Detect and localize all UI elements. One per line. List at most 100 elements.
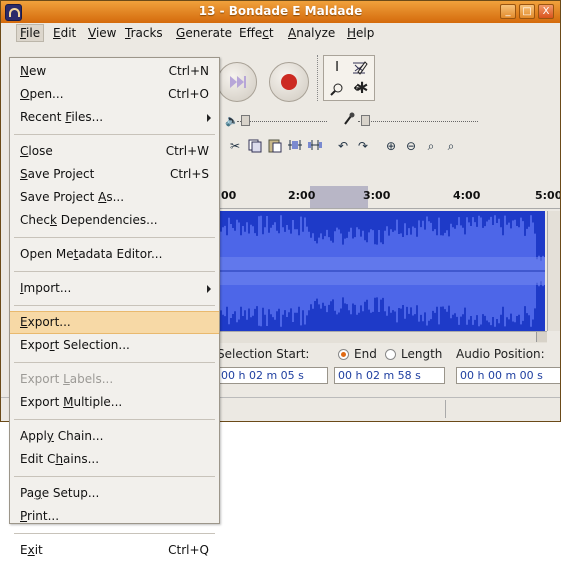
selection-start-field[interactable]: 00 h 02 m 05 s bbox=[217, 367, 328, 384]
menu-item-label: New bbox=[20, 64, 47, 78]
menu-item-label: Exit bbox=[20, 543, 43, 557]
copy-icon[interactable] bbox=[245, 137, 265, 155]
menu-separator bbox=[14, 362, 215, 363]
menu-separator bbox=[14, 476, 215, 477]
scroll-right-button[interactable] bbox=[536, 332, 547, 342]
menu-item-label: Export... bbox=[20, 315, 71, 329]
record-button[interactable] bbox=[269, 62, 309, 102]
menu-item-import[interactable]: Import... bbox=[10, 277, 219, 300]
cut-icon[interactable]: ✂ bbox=[225, 137, 245, 155]
menu-item-label: Open... bbox=[20, 87, 64, 101]
menu-view[interactable]: View bbox=[85, 25, 119, 41]
menu-item-page-setup[interactable]: Page Setup... bbox=[10, 482, 219, 505]
end-label: End bbox=[354, 347, 377, 361]
menu-item-recent-files[interactable]: Recent Files... bbox=[10, 106, 219, 129]
timeline-ruler[interactable]: 00 2:00 3:00 4:00 5:00 bbox=[213, 186, 561, 209]
menu-item-save-project-as[interactable]: Save Project As... bbox=[10, 186, 219, 209]
menu-generate[interactable]: Generate bbox=[173, 25, 235, 41]
menu-item-shortcut: Ctrl+O bbox=[168, 87, 209, 101]
submenu-arrow-icon bbox=[207, 285, 211, 293]
ruler-tick: 3:00 bbox=[363, 189, 391, 202]
menu-item-label: Export Multiple... bbox=[20, 395, 123, 409]
submenu-arrow-icon bbox=[207, 114, 211, 122]
menu-separator bbox=[14, 237, 215, 238]
menu-edit[interactable]: Edit bbox=[50, 25, 79, 41]
redo-icon[interactable]: ↷ bbox=[353, 137, 373, 155]
menu-separator bbox=[14, 271, 215, 272]
trim-icon[interactable] bbox=[285, 137, 305, 155]
minimize-button[interactable]: _ bbox=[500, 4, 516, 19]
multi-tool-icon[interactable]: ∗ bbox=[353, 79, 371, 97]
menu-item-export[interactable]: Export... bbox=[10, 311, 219, 334]
ruler-tick: 2:00 bbox=[288, 189, 316, 202]
input-volume-thumb[interactable] bbox=[361, 115, 370, 126]
menu-item-label: Close bbox=[20, 144, 53, 158]
skip-end-button[interactable] bbox=[217, 62, 257, 102]
menu-analyze[interactable]: Analyze bbox=[285, 25, 338, 41]
status-divider bbox=[445, 400, 446, 418]
menu-item-label: Save Project bbox=[20, 167, 95, 181]
menu-tracks[interactable]: Tracks bbox=[122, 25, 166, 41]
menu-separator bbox=[14, 419, 215, 420]
silence-icon[interactable] bbox=[305, 137, 325, 155]
window-title: 13 - Bondade E Maldade bbox=[198, 4, 363, 18]
menu-file[interactable]: File bbox=[16, 24, 45, 42]
menu-effect[interactable]: Effect bbox=[236, 25, 277, 41]
selection-toolbar: Selection Start: End Length Audio Positi… bbox=[213, 343, 560, 398]
menu-item-label: Save Project As... bbox=[20, 190, 125, 204]
paste-icon[interactable] bbox=[265, 137, 285, 155]
audio-track-waveform[interactable] bbox=[215, 211, 545, 331]
title-bar[interactable]: 13 - Bondade E Maldade _ □ X bbox=[1, 1, 560, 23]
menu-item-shortcut: Ctrl+S bbox=[169, 167, 209, 181]
toolbar-grip[interactable] bbox=[317, 55, 321, 101]
zoom-in-icon[interactable]: ⊕ bbox=[381, 137, 401, 155]
fit-selection-icon[interactable]: ⌕ bbox=[421, 137, 441, 155]
close-button[interactable]: X bbox=[538, 4, 554, 19]
menu-item-new[interactable]: New Ctrl+N bbox=[10, 60, 219, 83]
menu-item-label: Edit Chains... bbox=[20, 452, 100, 466]
end-radio[interactable] bbox=[338, 349, 349, 360]
audio-position-label: Audio Position: bbox=[456, 347, 545, 361]
menu-item-open-metadata-editor[interactable]: Open Metadata Editor... bbox=[10, 243, 219, 266]
selection-tool-icon[interactable]: I bbox=[327, 59, 347, 77]
menu-item-apply-chain[interactable]: Apply Chain... bbox=[10, 425, 219, 448]
menu-item-close[interactable]: Close Ctrl+W bbox=[10, 140, 219, 163]
menu-item-label: Check Dependencies... bbox=[20, 213, 158, 227]
selection-start-label: Selection Start: bbox=[217, 347, 310, 361]
undo-icon[interactable]: ↶ bbox=[333, 137, 353, 155]
output-volume-thumb[interactable] bbox=[241, 115, 250, 126]
menu-item-print[interactable]: Print... bbox=[10, 505, 219, 528]
skip-end-icon bbox=[230, 76, 246, 88]
menu-item-exit[interactable]: Exit Ctrl+Q bbox=[10, 539, 219, 562]
menu-item-export-multiple[interactable]: Export Multiple... bbox=[10, 391, 219, 414]
menu-item-export-selection[interactable]: Export Selection... bbox=[10, 334, 219, 357]
menu-item-check-dependencies[interactable]: Check Dependencies... bbox=[10, 209, 219, 232]
draw-tool-icon[interactable] bbox=[354, 59, 370, 75]
menu-item-label: Export Selection... bbox=[20, 338, 130, 352]
menu-item-shortcut: Ctrl+W bbox=[165, 144, 209, 158]
vertical-scrollbar[interactable] bbox=[547, 211, 560, 331]
menu-item-shortcut: Ctrl+Q bbox=[168, 543, 209, 557]
menu-separator bbox=[14, 134, 215, 135]
menu-help[interactable]: Help bbox=[344, 25, 377, 41]
maximize-button[interactable]: □ bbox=[519, 4, 535, 19]
length-label: Length bbox=[401, 347, 443, 361]
zoom-tool-icon[interactable] bbox=[327, 80, 347, 98]
input-volume-slider[interactable] bbox=[358, 121, 478, 123]
length-radio[interactable] bbox=[385, 349, 396, 360]
menu-item-export-labels: Export Labels... bbox=[10, 368, 219, 391]
menu-item-open[interactable]: Open... Ctrl+O bbox=[10, 83, 219, 106]
output-volume-slider[interactable] bbox=[237, 121, 327, 123]
menu-item-label: Export Labels... bbox=[20, 372, 114, 386]
fit-project-icon[interactable]: ⌕ bbox=[441, 137, 461, 155]
menu-item-shortcut: Ctrl+N bbox=[168, 64, 209, 78]
menu-item-save-project[interactable]: Save Project Ctrl+S bbox=[10, 163, 219, 186]
zoom-out-icon[interactable]: ⊖ bbox=[401, 137, 421, 155]
ruler-tick: 5:00 bbox=[535, 189, 561, 202]
menu-separator bbox=[14, 305, 215, 306]
menu-separator bbox=[14, 533, 215, 534]
audio-position-field[interactable]: 00 h 00 m 00 s bbox=[456, 367, 560, 384]
menu-item-edit-chains[interactable]: Edit Chains... bbox=[10, 448, 219, 471]
selection-end-field[interactable]: 00 h 02 m 58 s bbox=[334, 367, 445, 384]
horizontal-scrollbar[interactable] bbox=[215, 331, 547, 343]
